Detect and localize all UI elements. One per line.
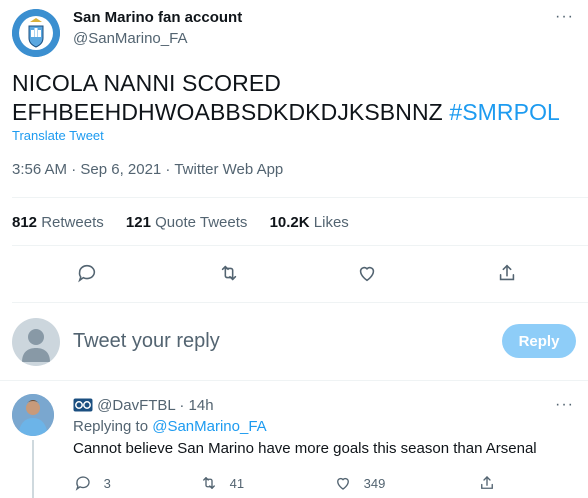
reply-button[interactable]: Reply: [502, 324, 576, 358]
user-handle[interactable]: @SanMarino_FA: [73, 30, 187, 47]
divider: [12, 302, 588, 303]
reply-handle[interactable]: @DavFTBL: [97, 397, 175, 414]
retweets-stat[interactable]: 812 Retweets: [12, 214, 104, 231]
translate-tweet-link[interactable]: Translate Tweet: [12, 128, 104, 143]
default-profile-icon: [22, 329, 50, 362]
reply-icon[interactable]: [76, 262, 98, 289]
like-icon: [337, 477, 349, 490]
divider: [12, 197, 588, 198]
reply-like-count: 349: [363, 476, 386, 491]
like-icon[interactable]: [356, 262, 378, 289]
likes-stat[interactable]: 10.2K Likes: [270, 214, 349, 231]
reply-reply-action[interactable]: 3: [74, 474, 111, 492]
reply-retweet-count: 41: [229, 476, 245, 491]
tweet-text-line2: EFHBEEHDHWOABBSDKDKDJKSBNNZ: [12, 99, 443, 125]
reply-header: @DavFTBL · 14h: [73, 397, 214, 416]
reply-icon: [75, 476, 90, 491]
retweet-icon: [203, 477, 215, 489]
glasses-emoji-icon: [73, 398, 93, 416]
own-avatar: [12, 318, 60, 366]
display-name[interactable]: San Marino fan account: [73, 9, 242, 26]
tweet-text-line1: NICOLA NANNI SCORED: [12, 70, 282, 96]
replying-to-link[interactable]: @SanMarino_FA: [152, 418, 266, 435]
reply-input[interactable]: Tweet your reply: [73, 330, 220, 353]
reply-reply-count: 3: [103, 476, 111, 491]
quote-tweets-stat[interactable]: 121 Quote Tweets: [126, 214, 247, 231]
san-marino-crest-icon: [12, 9, 60, 57]
reply-time[interactable]: · 14h: [179, 397, 213, 414]
replying-to: Replying to @SanMarino_FA: [73, 418, 267, 435]
reply-more-options-icon[interactable]: ···: [555, 396, 574, 414]
hashtag-link[interactable]: #SMRPOL: [449, 99, 560, 125]
thread-line: [32, 440, 34, 498]
account-avatar[interactable]: [12, 9, 60, 57]
reply-retweet-action[interactable]: 41: [200, 474, 244, 492]
share-icon: [481, 476, 493, 489]
reply-like-action[interactable]: 349: [334, 474, 385, 492]
retweet-icon[interactable]: [218, 262, 240, 289]
reply-text: Cannot believe San Marino have more goal…: [73, 440, 537, 457]
more-options-icon[interactable]: ···: [555, 8, 574, 26]
tweet-stats: 812 Retweets 121 Quote Tweets 10.2K Like…: [12, 214, 367, 231]
reply-share-action[interactable]: [478, 474, 496, 492]
share-icon[interactable]: [496, 262, 518, 289]
tweet-text: NICOLA NANNI SCORED EFHBEEHDHWOABBSDKDKD…: [12, 69, 560, 127]
divider: [12, 245, 588, 246]
tweet-timestamp[interactable]: 3:56 AM · Sep 6, 2021 · Twitter Web App: [12, 161, 283, 178]
user-photo-icon: [12, 394, 54, 436]
reply-avatar[interactable]: [12, 394, 54, 436]
divider: [0, 380, 588, 381]
